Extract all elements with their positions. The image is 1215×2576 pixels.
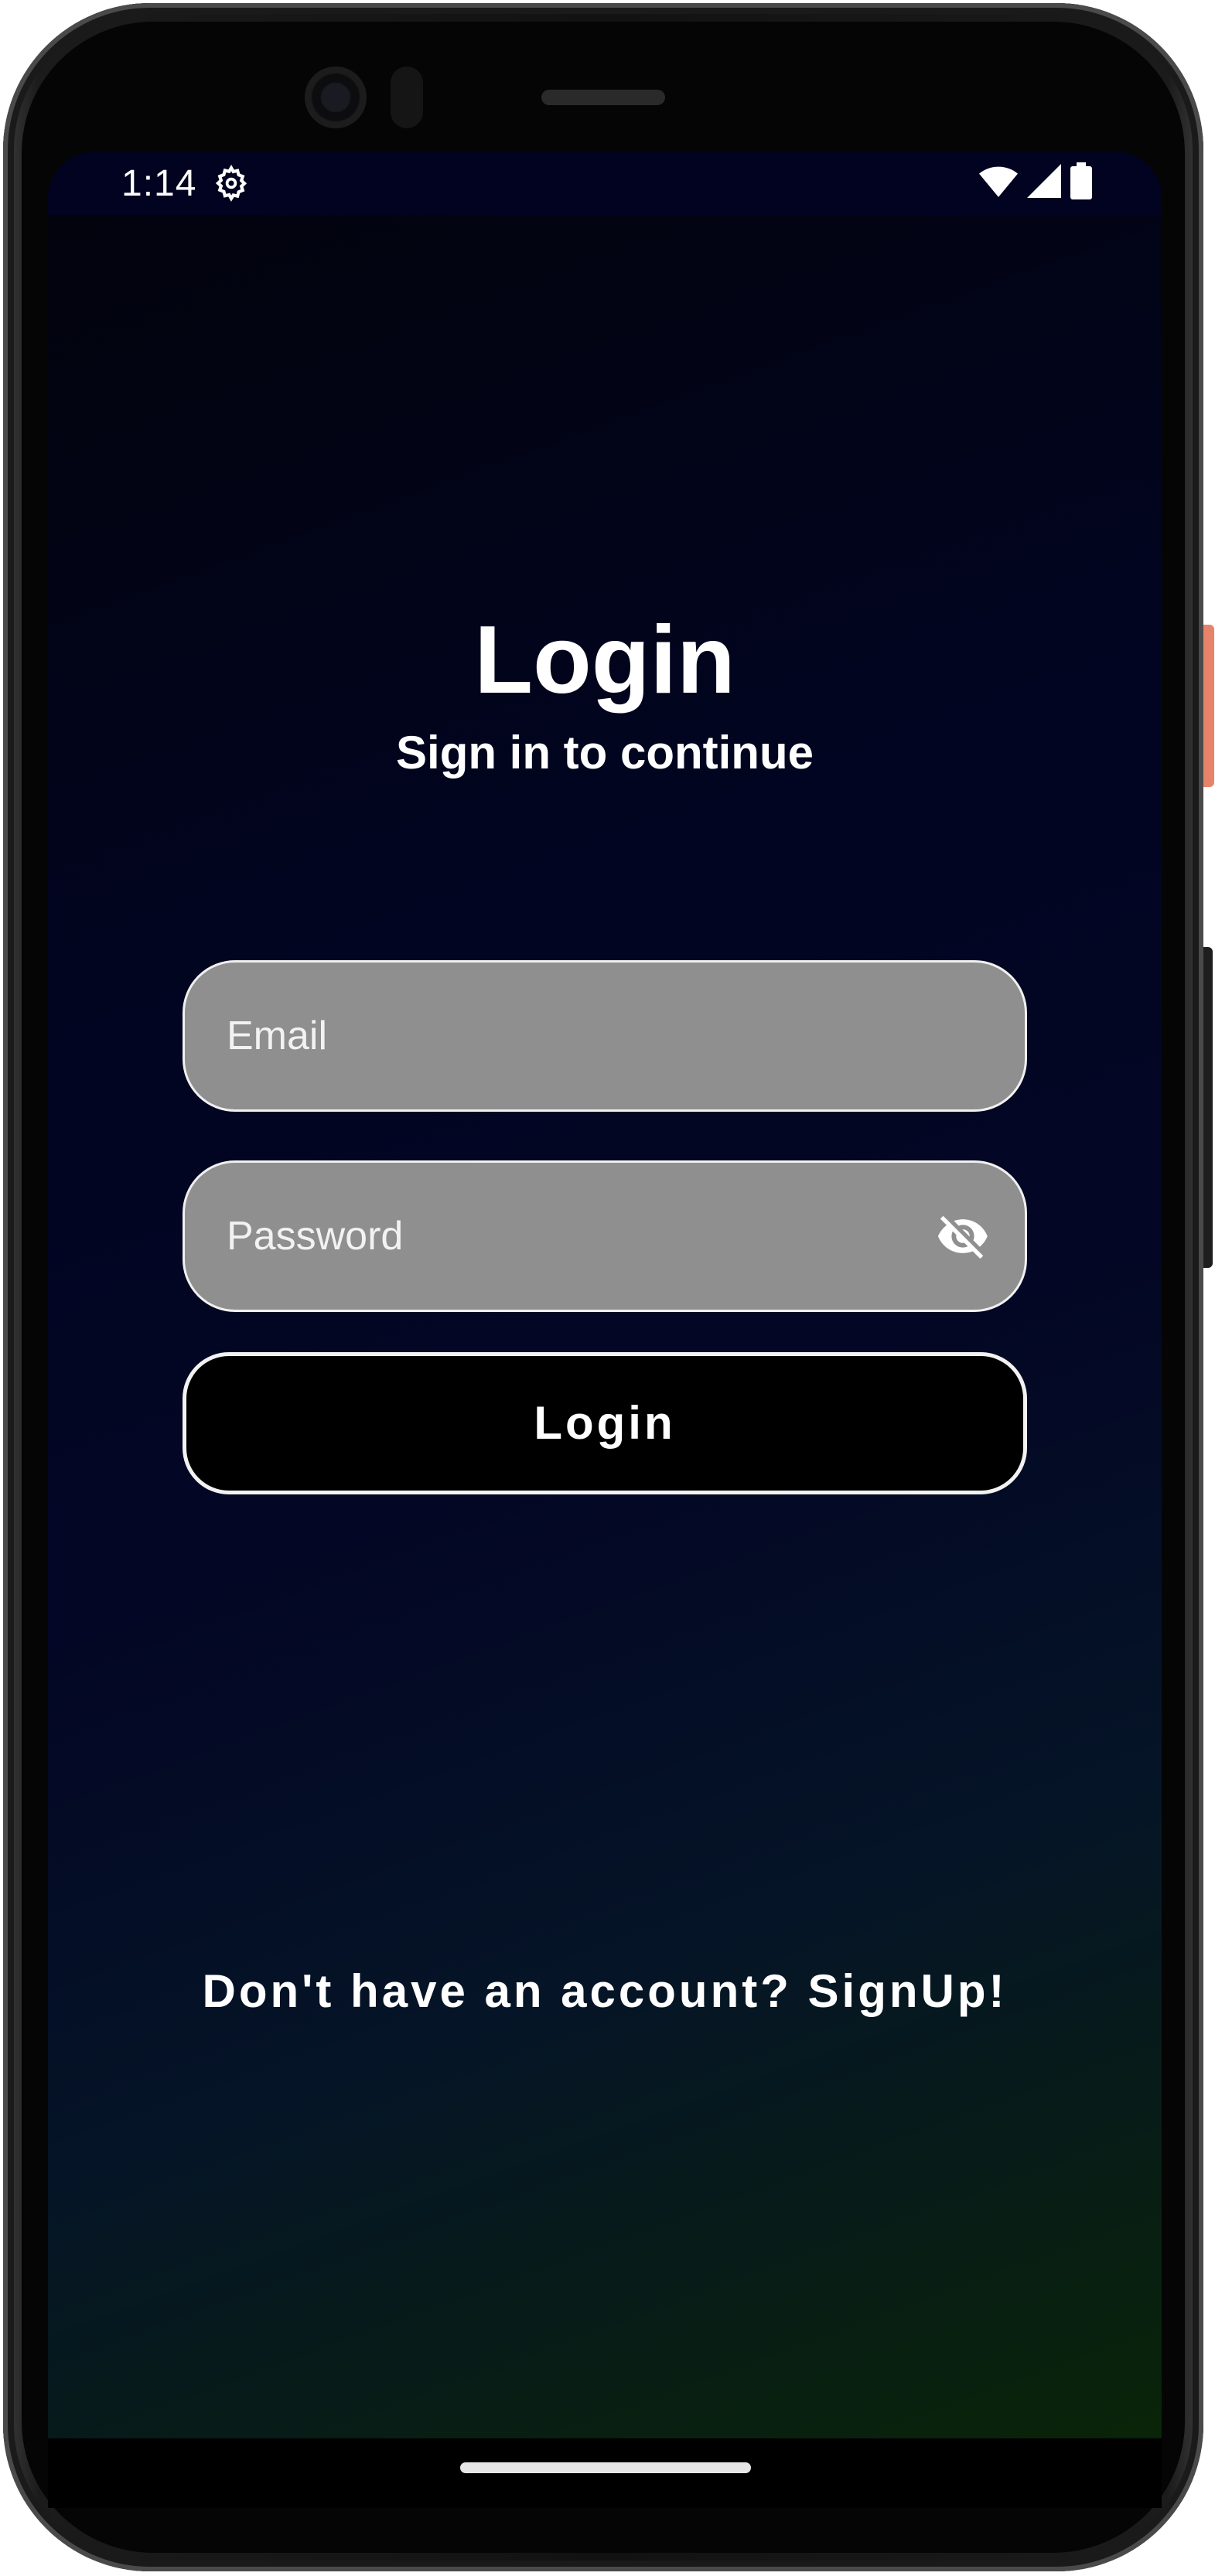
status-bar: 1:14 — [48, 152, 1162, 215]
navigation-bar — [48, 2438, 1162, 2508]
status-icons — [979, 162, 1092, 199]
eye-off-icon[interactable] — [932, 1209, 994, 1263]
password-field[interactable] — [183, 1160, 1027, 1312]
home-gesture-handle[interactable] — [460, 2462, 751, 2473]
front-camera — [305, 66, 367, 128]
login-button[interactable]: Login — [183, 1352, 1027, 1494]
power-button — [1203, 625, 1214, 787]
page-title: Login — [474, 607, 735, 714]
proximity-sensor — [391, 66, 423, 128]
app-screen: 1:14 Login Sign in to continue Login — [48, 152, 1162, 2438]
earpiece-speaker — [541, 90, 665, 105]
wifi-icon — [979, 166, 1018, 197]
signup-link[interactable]: Don't have an account? SignUp! — [48, 1961, 1162, 2022]
cell-signal-icon — [1027, 164, 1061, 198]
page-subtitle: Sign in to continue — [396, 727, 814, 779]
email-field[interactable] — [183, 960, 1027, 1112]
gear-icon — [215, 165, 247, 202]
status-time: 1:14 — [121, 163, 197, 204]
battery-icon — [1070, 162, 1092, 199]
password-input[interactable] — [225, 1163, 921, 1310]
volume-button — [1203, 947, 1213, 1268]
email-input[interactable] — [225, 963, 921, 1109]
